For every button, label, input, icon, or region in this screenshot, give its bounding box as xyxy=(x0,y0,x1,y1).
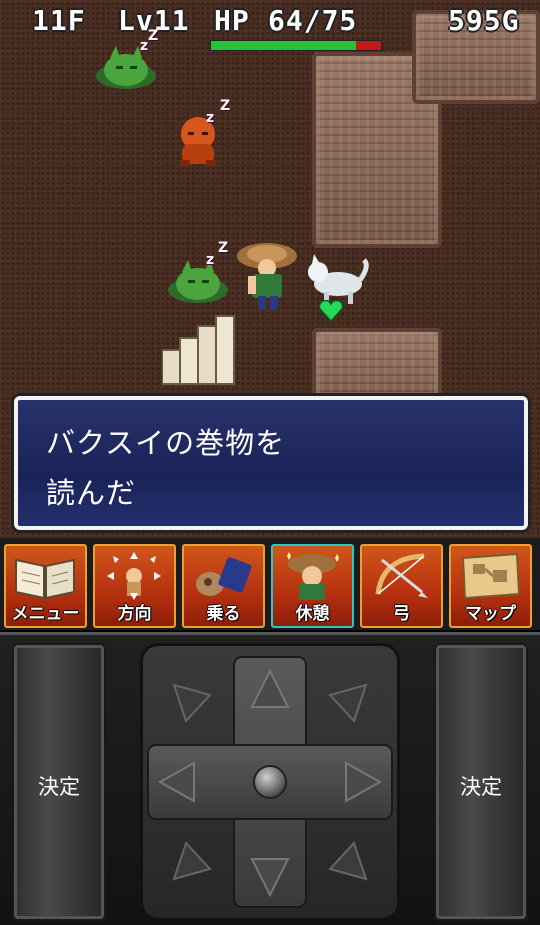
dpad[interactable] xyxy=(140,643,400,921)
menu-button-label: メニュー xyxy=(11,604,80,624)
message-line-1: バクスイの巻物を xyxy=(46,426,286,460)
dpad-center-button[interactable] xyxy=(253,765,287,799)
map-button-label: マップ xyxy=(465,604,516,624)
dpad-downleft-arrow[interactable] xyxy=(172,841,212,881)
floor-indicator: 11F xyxy=(32,4,86,37)
hp-value: 64/75 xyxy=(268,4,358,37)
hp-bar-fill xyxy=(211,41,357,50)
sleeping-monster-icon xyxy=(168,260,228,303)
dpad-upleft-arrow[interactable] xyxy=(172,683,212,723)
heart-icon xyxy=(318,300,344,322)
gold-counter: 595G xyxy=(448,4,520,37)
dungeon-view: 11F Lv11 HP 64/75 595G z Z z Z z Z バクスイの… xyxy=(0,0,540,538)
ride-icon xyxy=(196,557,252,596)
message-window: バクスイの巻物を 読んだ xyxy=(14,396,528,530)
hp-bar xyxy=(210,40,382,51)
message-line-2: 読んだ xyxy=(46,476,137,510)
menu-button[interactable]: メニュー xyxy=(4,544,87,628)
book-icon xyxy=(15,558,75,600)
ride-button-label: 乗る xyxy=(206,604,241,624)
dpad-graphic xyxy=(147,656,393,908)
dpad-downright-arrow[interactable] xyxy=(328,841,368,881)
command-bar: メニュー 方向 乗る 休憩 弓 マップ xyxy=(0,538,540,630)
hp-label: HP xyxy=(214,4,250,37)
confirm-button-left[interactable]: 決定 xyxy=(12,643,106,921)
confirm-button-right-label: 決定 xyxy=(460,775,502,799)
virtual-controller: 決定 決定 xyxy=(0,632,540,925)
companion-animal-icon xyxy=(308,254,369,304)
sleep-z: z xyxy=(206,110,215,126)
rest-icon xyxy=(287,552,339,600)
map-button[interactable]: マップ xyxy=(449,544,532,628)
map-icon xyxy=(461,552,521,600)
direction-button[interactable]: 方向 xyxy=(93,544,176,628)
bow-icon xyxy=(375,553,428,598)
bow-button[interactable]: 弓 xyxy=(360,544,443,628)
sleep-z: z xyxy=(206,252,215,268)
rest-button[interactable]: 休憩 xyxy=(271,544,354,628)
direction-button-label: 方向 xyxy=(117,604,152,624)
bow-button-label: 弓 xyxy=(393,604,410,624)
sleep-z: Z xyxy=(220,98,231,114)
direction-icon xyxy=(107,552,161,600)
confirm-button-left-label: 決定 xyxy=(38,775,80,799)
rest-button-label: 休憩 xyxy=(295,604,330,624)
sleep-z: Z xyxy=(218,240,229,256)
sleep-z: Z xyxy=(148,28,159,44)
dpad-upright-arrow[interactable] xyxy=(328,683,368,723)
confirm-button-right[interactable]: 決定 xyxy=(434,643,528,921)
ride-button[interactable]: 乗る xyxy=(182,544,265,628)
player-character-icon xyxy=(237,243,297,310)
sleeping-monster-icon xyxy=(96,46,156,89)
stairs-icon xyxy=(162,315,235,385)
sleep-z: z xyxy=(140,38,149,54)
